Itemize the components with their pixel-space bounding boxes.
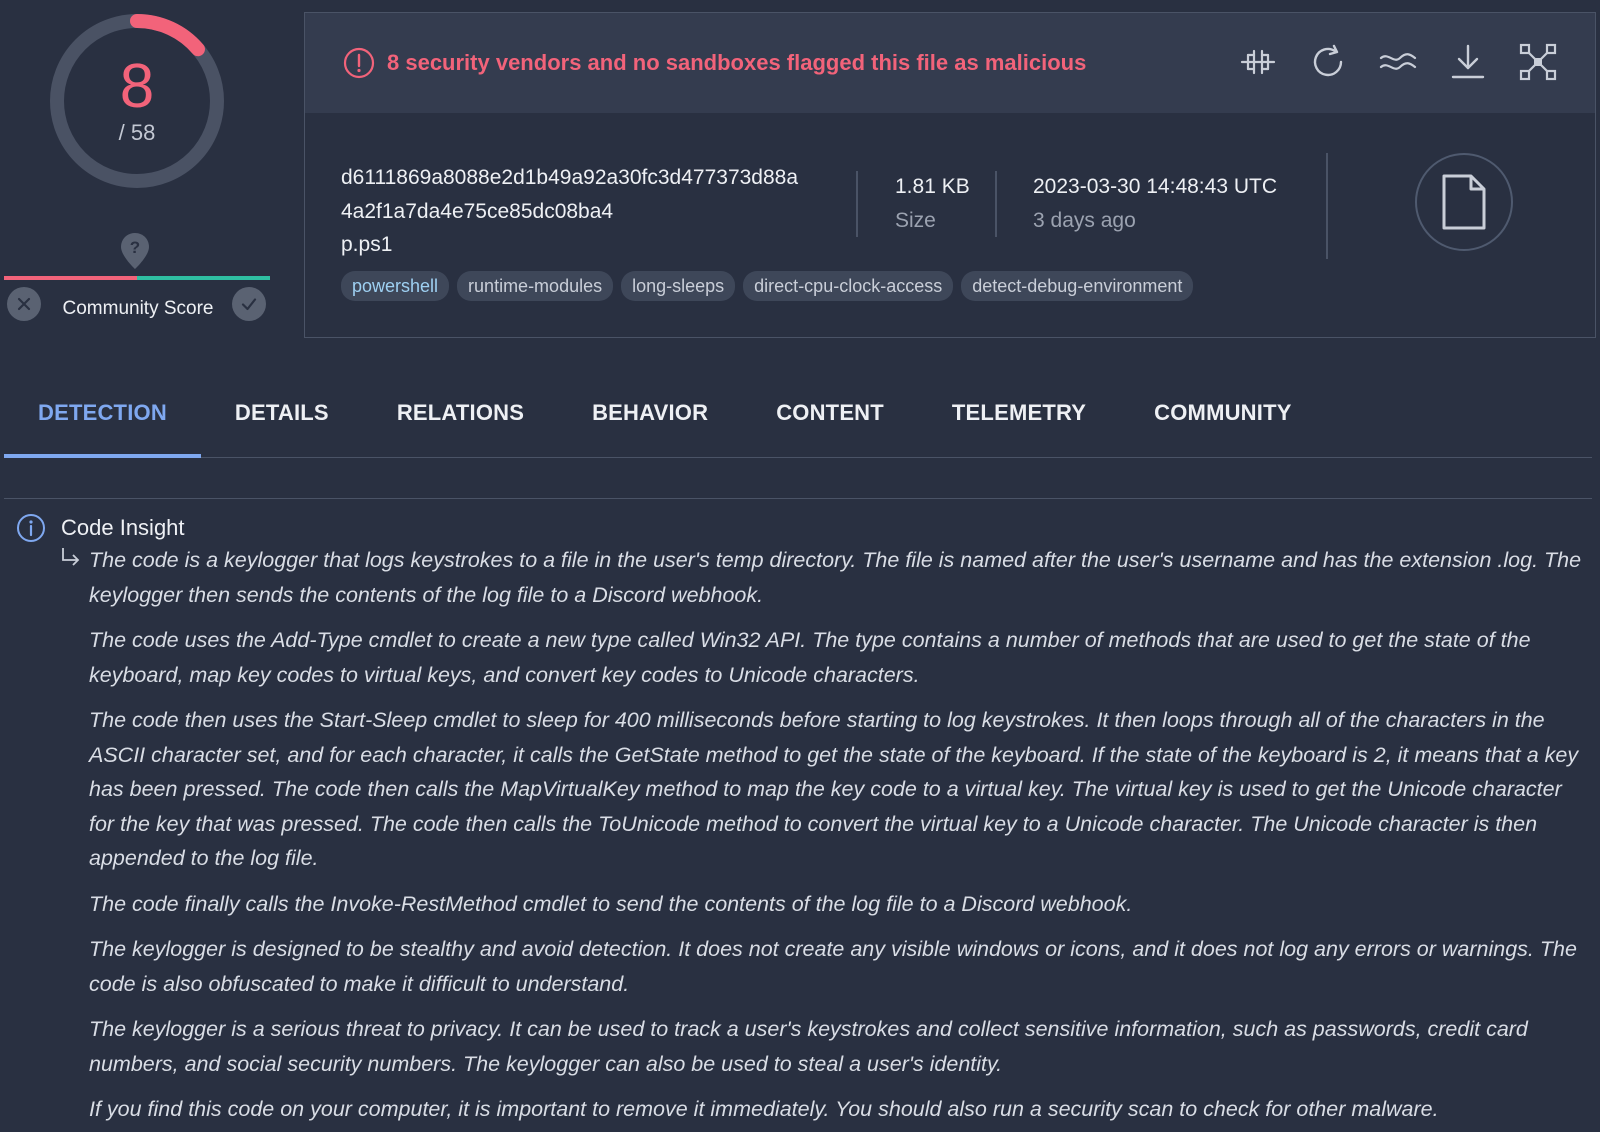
- scan-date-relative: 3 days ago: [1033, 209, 1136, 232]
- code-insight-body: The code is a keylogger that logs keystr…: [89, 543, 1589, 1132]
- compare-button[interactable]: [1237, 41, 1279, 83]
- download-icon: [1451, 44, 1485, 79]
- divider: [4, 498, 1592, 499]
- close-icon: [17, 297, 31, 311]
- alert-icon: [343, 47, 375, 79]
- file-actions: [1237, 41, 1559, 83]
- code-insight-paragraph: The code then uses the Start-Sleep cmdle…: [89, 708, 1579, 870]
- similar-icon: [1379, 53, 1417, 70]
- svg-text:?: ?: [130, 238, 140, 257]
- tab-relations[interactable]: RELATIONS: [363, 380, 558, 458]
- report-tabs: DETECTION DETAILS RELATIONS BEHAVIOR CONTENT…: [4, 380, 1592, 458]
- tab-details[interactable]: DETAILS: [201, 380, 363, 458]
- community-score-label: Community Score: [62, 298, 214, 319]
- file-icon: [1442, 174, 1486, 230]
- tab-telemetry[interactable]: TELEMETRY: [918, 380, 1120, 458]
- tab-community[interactable]: COMMUNITY: [1120, 380, 1325, 458]
- divider: [995, 171, 997, 237]
- code-insight-paragraph: The code uses the Add-Type cmdlet to cre…: [89, 628, 1531, 687]
- detection-score-widget: 8 / 58 ? Community Score: [0, 0, 276, 330]
- community-score-bar: [4, 276, 270, 280]
- graph-button[interactable]: [1517, 41, 1559, 83]
- file-tag[interactable]: detect-debug-environment: [961, 271, 1194, 301]
- tab-content[interactable]: CONTENT: [742, 380, 918, 458]
- file-type-badge: [1415, 153, 1513, 251]
- reanalyze-button[interactable]: [1307, 41, 1349, 83]
- code-insight-paragraph: If you find this code on your computer, …: [89, 1097, 1439, 1121]
- graph-icon: [1519, 43, 1557, 81]
- file-size-label: Size: [895, 209, 936, 232]
- detection-total: / 58: [118, 120, 156, 145]
- divider: [856, 171, 858, 237]
- compare-icon: [1240, 49, 1276, 75]
- code-insight-paragraph: The code finally calls the Invoke-RestMe…: [89, 891, 1133, 916]
- file-tag[interactable]: powershell: [341, 271, 450, 301]
- code-insight-paragraph: The code is a keylogger that logs keystr…: [89, 548, 1582, 607]
- tab-detection[interactable]: DETECTION: [4, 380, 201, 458]
- code-insight-title: Code Insight: [61, 515, 185, 540]
- community-question-icon[interactable]: ?: [120, 232, 150, 270]
- subdirectory-arrow-icon: [62, 548, 80, 566]
- malicious-banner: 8 security vendors and no sandboxes flag…: [305, 13, 1595, 113]
- file-summary-panel: 8 security vendors and no sandboxes flag…: [304, 12, 1596, 338]
- file-size-value: 1.81 KB: [895, 175, 970, 198]
- download-button[interactable]: [1447, 41, 1489, 83]
- code-insight-paragraph: The keylogger is a serious threat to pri…: [89, 1017, 1528, 1076]
- file-tag[interactable]: long-sleeps: [621, 271, 736, 301]
- detection-count: 8: [119, 52, 155, 121]
- file-tags: powershell runtime-modules long-sleeps dire…: [341, 271, 1194, 301]
- file-hash[interactable]: d6111869a8088e2d1b49a92a30fc3d477373d88a…: [341, 161, 798, 229]
- file-tag[interactable]: runtime-modules: [457, 271, 614, 301]
- file-tag[interactable]: direct-cpu-clock-access: [743, 271, 954, 301]
- vote-harmless-button[interactable]: [232, 287, 266, 321]
- code-insight-paragraph: The keylogger is designed to be stealthy…: [89, 937, 1577, 996]
- malicious-banner-text: 8 security vendors and no sandboxes flag…: [387, 50, 1087, 75]
- scan-date-value: 2023-03-30 14:48:43 UTC: [1033, 175, 1277, 198]
- vote-malicious-button[interactable]: [7, 287, 41, 321]
- similar-button[interactable]: [1377, 41, 1419, 83]
- divider: [1326, 153, 1328, 259]
- tab-behavior[interactable]: BEHAVIOR: [558, 380, 742, 458]
- check-icon: [241, 298, 257, 311]
- file-name: p.ps1: [341, 233, 393, 256]
- reanalyze-icon: [1313, 44, 1343, 77]
- info-icon: [17, 514, 45, 542]
